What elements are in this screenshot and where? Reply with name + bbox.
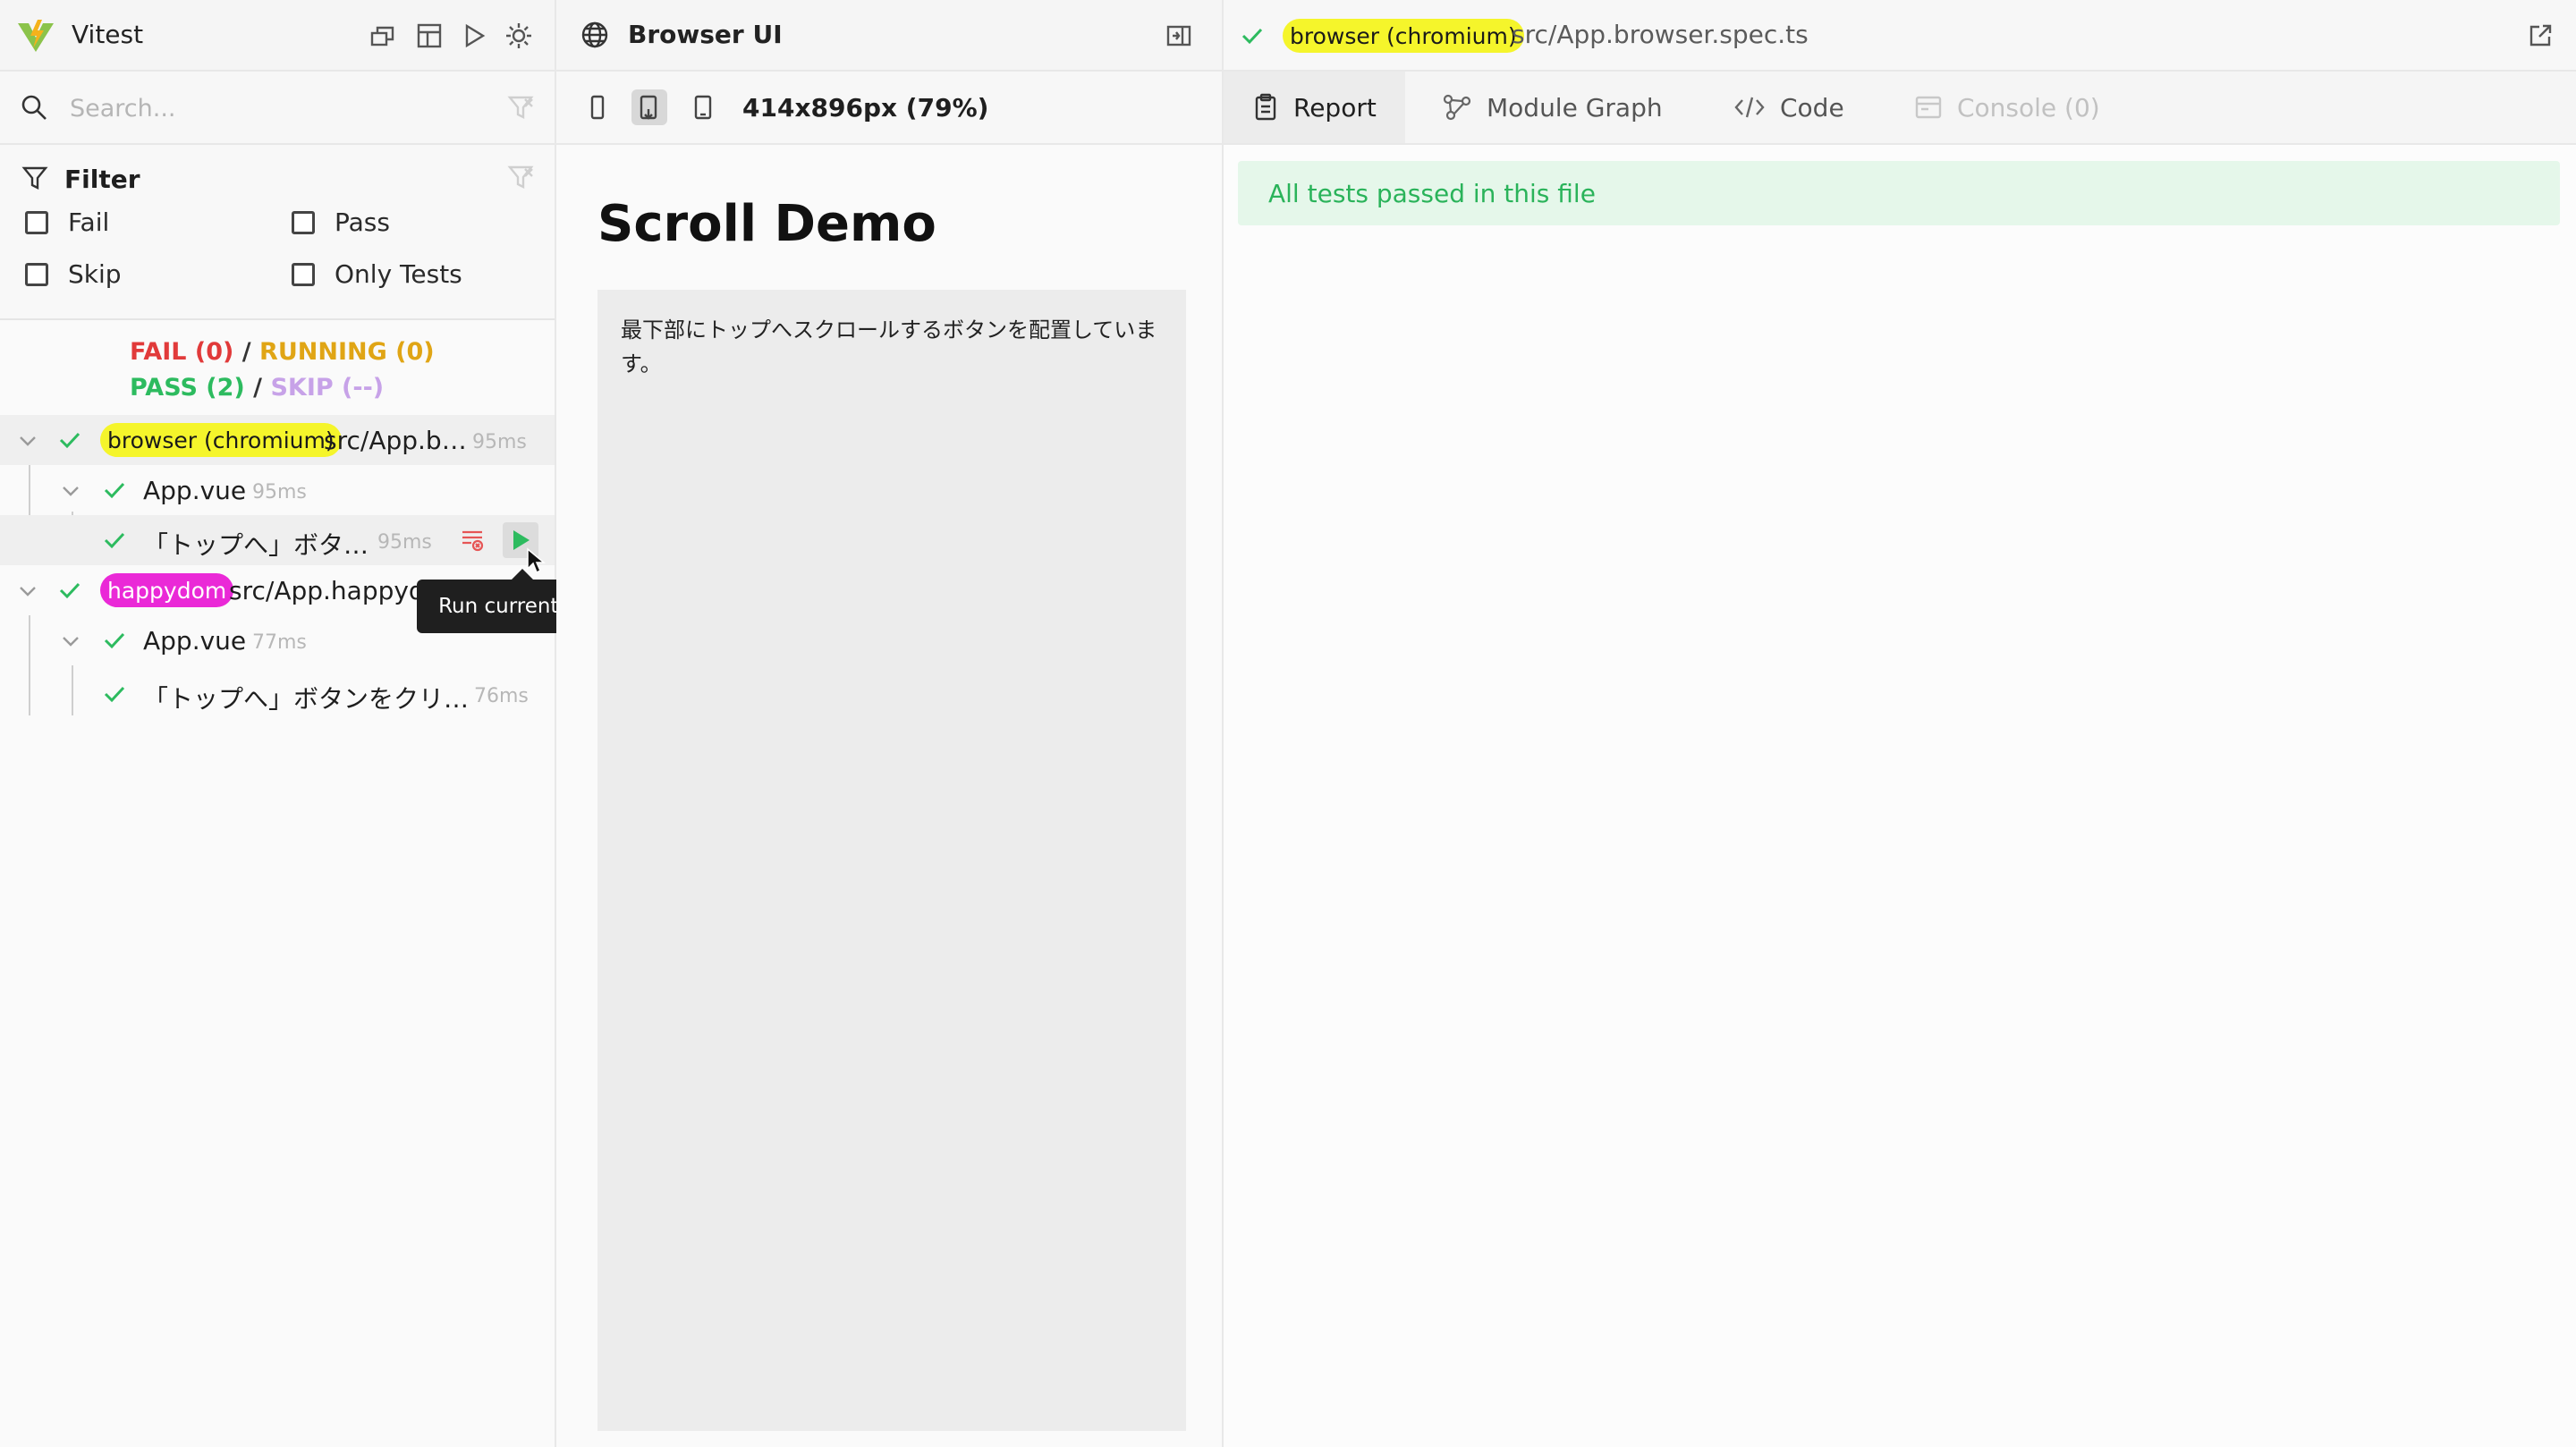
test-duration: 95ms bbox=[377, 531, 432, 554]
filter-pass-label: Pass bbox=[335, 207, 390, 237]
tablet-viewport-icon[interactable] bbox=[631, 89, 667, 125]
check-icon bbox=[59, 582, 80, 599]
preview-heading: Scroll Demo bbox=[597, 195, 936, 253]
desktop-viewport-icon[interactable] bbox=[685, 89, 721, 125]
test-file-name: src/App.b… bbox=[324, 426, 467, 455]
test-duration: 76ms bbox=[474, 685, 529, 707]
summary-separator: / bbox=[242, 338, 251, 366]
report-header: browser (chromium) src/App.browser.spec.… bbox=[1224, 0, 2576, 72]
test-duration: 95ms bbox=[472, 431, 527, 453]
browser-badge: browser (chromium) bbox=[100, 423, 342, 457]
chevron-down-icon[interactable] bbox=[16, 429, 39, 453]
theme-toggle-icon[interactable] bbox=[501, 18, 537, 54]
summary-line-1: FAIL (0) / RUNNING (0) bbox=[130, 338, 435, 366]
report-file-path: src/App.browser.spec.ts bbox=[1512, 20, 1809, 49]
browser-panel-title: Browser UI bbox=[628, 20, 783, 49]
test-suite-name: App.vue bbox=[143, 626, 247, 656]
code-icon bbox=[1734, 97, 1765, 118]
toggle-panel-icon[interactable] bbox=[1161, 18, 1197, 54]
checkbox-box[interactable] bbox=[25, 262, 48, 286]
test-file-row-chromium[interactable]: browser (chromium) src/App.b… 95ms bbox=[0, 415, 555, 465]
fail-count: FAIL (0) bbox=[130, 338, 234, 366]
globe-icon bbox=[580, 20, 610, 50]
filter-panel: Filter Fail Pass Skip Only Tests bbox=[0, 145, 555, 320]
filter-pass-checkbox[interactable]: Pass bbox=[292, 207, 390, 237]
tab-report[interactable]: Report bbox=[1224, 72, 1405, 143]
filter-skip-label: Skip bbox=[68, 259, 122, 289]
check-icon bbox=[104, 686, 125, 703]
pass-count: PASS (2) bbox=[130, 374, 245, 402]
clipboard-icon bbox=[1255, 93, 1276, 121]
search-icon bbox=[20, 93, 48, 122]
chevron-down-icon[interactable] bbox=[16, 580, 39, 603]
clear-filter-icon[interactable] bbox=[503, 159, 538, 195]
browser-panel-header: Browser UI bbox=[556, 0, 1222, 72]
test-duration: 95ms bbox=[252, 481, 307, 503]
filter-only-tests-label: Only Tests bbox=[335, 259, 462, 289]
test-duration: 77ms bbox=[252, 631, 307, 654]
graph-icon bbox=[1443, 94, 1471, 121]
viewport-toolbar: 414x896px (79%) bbox=[556, 72, 1222, 145]
check-icon bbox=[104, 632, 125, 649]
status-banner: All tests passed in this file bbox=[1238, 161, 2560, 225]
collapse-all-icon[interactable] bbox=[365, 18, 401, 54]
test-case-name: 「トップへ」ボタンをクリ… bbox=[143, 684, 470, 714]
checkbox-box[interactable] bbox=[292, 210, 315, 234]
skip-count: SKIP (--) bbox=[270, 374, 385, 402]
checkbox-box[interactable] bbox=[292, 262, 315, 286]
tab-module-graph-label: Module Graph bbox=[1487, 92, 1663, 123]
test-case-name: 「トップへ」ボタ… bbox=[143, 530, 369, 560]
app-title: Vitest bbox=[72, 20, 144, 49]
check-icon bbox=[104, 482, 125, 499]
console-icon bbox=[1915, 96, 1942, 119]
checkbox-box[interactable] bbox=[25, 210, 48, 234]
test-case-row[interactable]: 「トップへ」ボタ… 95ms bbox=[0, 515, 555, 574]
search-input[interactable] bbox=[70, 91, 490, 125]
filter-title: Filter bbox=[64, 165, 140, 194]
debug-test-icon[interactable] bbox=[454, 522, 490, 558]
run-all-icon[interactable] bbox=[456, 18, 492, 54]
filter-fail-label: Fail bbox=[68, 207, 110, 237]
running-count: RUNNING (0) bbox=[259, 338, 435, 366]
chevron-down-icon[interactable] bbox=[59, 630, 82, 653]
chevron-down-icon[interactable] bbox=[59, 479, 82, 503]
test-suite-name: App.vue bbox=[143, 476, 247, 505]
preview-content-box: 最下部にトップへスクロールするボタンを配置しています。 bbox=[597, 290, 1186, 1431]
filter-skip-checkbox[interactable]: Skip bbox=[25, 259, 122, 289]
tab-console[interactable]: Console (0) bbox=[1885, 72, 2129, 143]
mobile-viewport-icon[interactable] bbox=[580, 89, 615, 125]
check-icon bbox=[104, 532, 125, 549]
open-external-icon[interactable] bbox=[2522, 18, 2558, 54]
test-suite-row[interactable]: App.vue 95ms bbox=[0, 465, 555, 515]
status-message: All tests passed in this file bbox=[1268, 179, 1596, 208]
dashboard-icon[interactable] bbox=[411, 18, 447, 54]
filter-only-tests-checkbox[interactable]: Only Tests bbox=[292, 259, 462, 289]
tab-code-label: Code bbox=[1780, 92, 1844, 123]
tab-code[interactable]: Code bbox=[1705, 72, 1873, 143]
browser-ui-panel: Browser UI 414x896px (79%) Scroll Demo 最… bbox=[556, 0, 1224, 1447]
viewport-size-label: 414x896px (79%) bbox=[742, 93, 989, 123]
browser-badge: browser (chromium) bbox=[1283, 19, 1524, 53]
check-icon bbox=[59, 432, 80, 449]
check-icon bbox=[1241, 28, 1263, 45]
summary-separator: / bbox=[253, 374, 263, 402]
environment-badge: happydom bbox=[100, 573, 234, 607]
sidebar-header: Vitest bbox=[0, 0, 555, 72]
tab-console-label: Console (0) bbox=[1957, 92, 2100, 123]
tab-report-label: Report bbox=[1293, 92, 1377, 123]
clear-search-icon[interactable] bbox=[503, 89, 538, 125]
app-preview: Scroll Demo 最下部にトップへスクロールするボタンを配置しています。 bbox=[556, 145, 1222, 1447]
test-explorer-sidebar: Vitest Filter Fail bbox=[0, 0, 626, 1447]
filter-fail-checkbox[interactable]: Fail bbox=[25, 207, 109, 237]
test-case-row[interactable]: 「トップへ」ボタンをクリ… 76ms bbox=[0, 669, 555, 719]
search-bar bbox=[0, 72, 555, 145]
vitest-logo-icon bbox=[16, 18, 55, 54]
filter-icon bbox=[21, 165, 48, 191]
preview-body-text: 最下部にトップへスクロールするボタンを配置しています。 bbox=[621, 317, 1157, 377]
summary-line-2: PASS (2) / SKIP (--) bbox=[130, 374, 384, 402]
report-tabs: Report Module Graph Code Console (0) bbox=[1224, 72, 2576, 145]
tab-module-graph[interactable]: Module Graph bbox=[1413, 72, 1691, 143]
report-panel: browser (chromium) src/App.browser.spec.… bbox=[1224, 0, 2576, 1447]
